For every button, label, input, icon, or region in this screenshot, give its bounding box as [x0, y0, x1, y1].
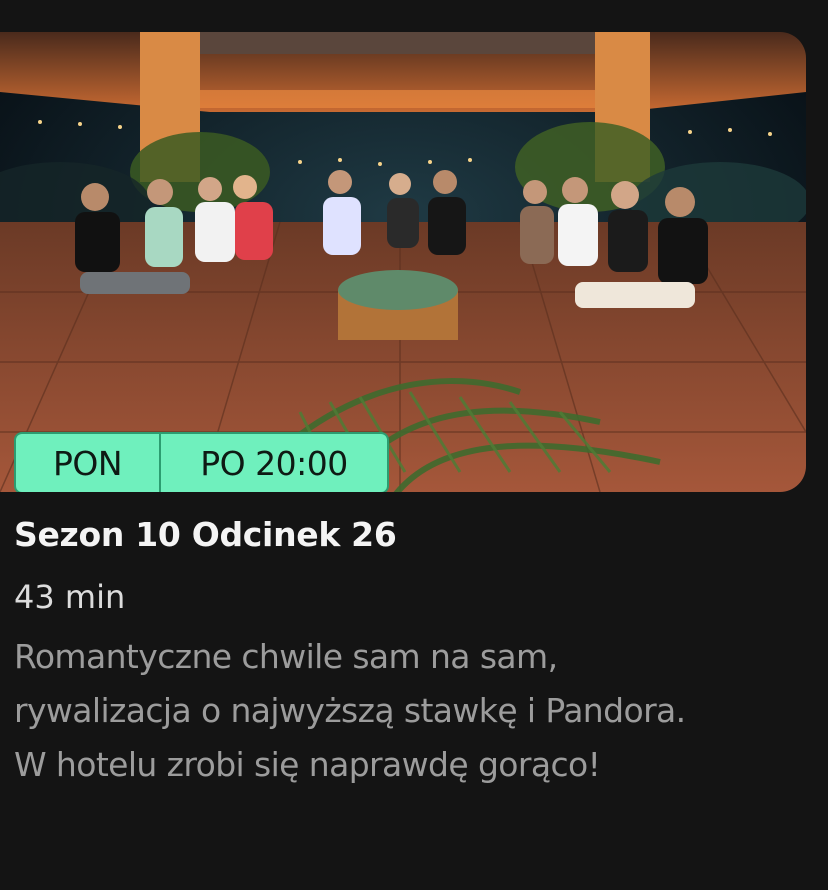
air-time-label: PO 20:00 [200, 443, 348, 483]
episode-description: Romantyczne chwile sam na sam, rywalizac… [14, 630, 814, 792]
air-day-label: PON [16, 434, 161, 492]
description-line: Romantyczne chwile sam na sam, [14, 637, 558, 676]
episode-title[interactable]: Sezon 10 Odcinek 26 [14, 515, 397, 554]
episode-duration: 43 min [14, 578, 126, 616]
description-line: rywalizacja o najwyższą stawkę i Pandora… [14, 691, 686, 730]
episode-still-image [0, 32, 806, 492]
episode-card[interactable]: PON PO 20:00 Sezon 10 Odcinek 26 43 min … [0, 0, 828, 890]
episode-thumbnail[interactable]: PON PO 20:00 [0, 32, 806, 492]
description-line: W hotelu zrobi się naprawdę gorąco! [14, 745, 601, 784]
air-time-badge: PON PO 20:00 [14, 432, 389, 492]
